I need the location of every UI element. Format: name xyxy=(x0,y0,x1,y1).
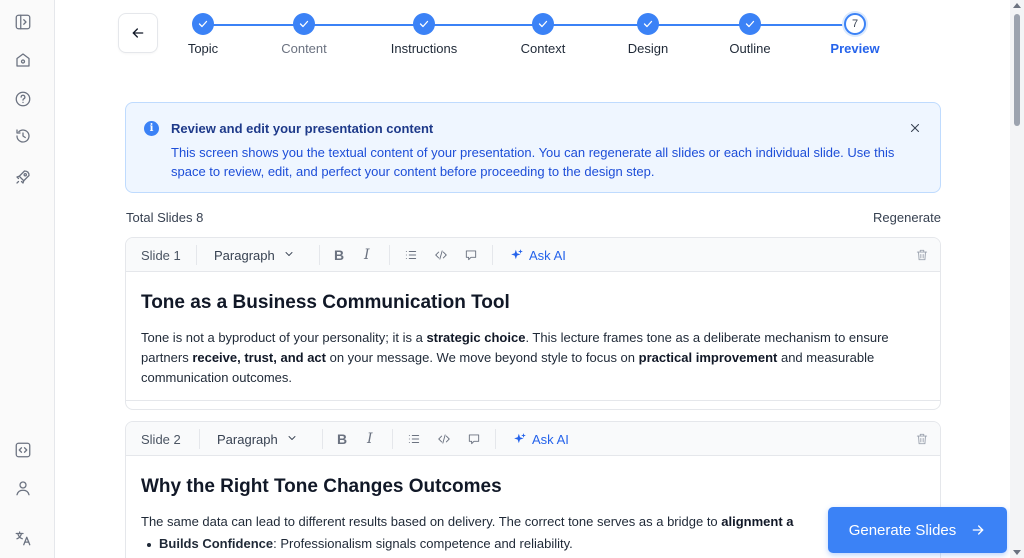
step-preview[interactable]: 7 Preview xyxy=(795,13,915,56)
translate-icon[interactable] xyxy=(12,527,34,549)
slide-paragraph[interactable]: The same data can lead to different resu… xyxy=(141,512,911,532)
divider xyxy=(126,400,940,401)
banner-body: This screen shows you the textual conten… xyxy=(171,145,895,179)
slide-paragraph[interactable]: Tone is not a byproduct of your personal… xyxy=(141,328,911,388)
italic-button[interactable]: I xyxy=(364,238,370,272)
total-slides: Total Slides 8 xyxy=(126,210,203,225)
generate-slides-label: Generate Slides xyxy=(848,521,957,539)
scroll-thumb[interactable] xyxy=(1014,14,1020,126)
step-label: Instructions xyxy=(390,41,458,56)
slide-number-label: Slide 2 xyxy=(141,431,181,447)
generate-slides-button[interactable]: Generate Slides xyxy=(828,507,1007,553)
slide-content[interactable]: Why the Right Tone Changes Outcomes The … xyxy=(126,456,940,551)
info-icon: i xyxy=(144,121,159,136)
code-icon[interactable] xyxy=(437,422,451,456)
user-icon[interactable] xyxy=(12,477,34,499)
total-slides-count: 8 xyxy=(196,210,204,225)
ask-ai-button[interactable]: Ask AI xyxy=(513,422,569,456)
bold-text-run: practical improvement xyxy=(638,350,778,365)
step-label: Context xyxy=(520,41,566,56)
check-icon xyxy=(739,13,761,35)
bullet-list-icon[interactable] xyxy=(404,238,418,272)
toolbar-divider xyxy=(322,429,323,449)
ask-ai-button[interactable]: Ask AI xyxy=(510,238,566,272)
step-instructions[interactable]: Instructions xyxy=(364,13,484,56)
text-run: The same data can lead to different resu… xyxy=(141,514,722,529)
paragraph-select-label: Paragraph xyxy=(217,431,278,447)
check-icon xyxy=(532,13,554,35)
step-label: Content xyxy=(281,41,327,56)
step-outline[interactable]: Outline xyxy=(690,13,810,56)
toolbar-divider xyxy=(319,245,320,265)
regenerate-button[interactable]: Regenerate xyxy=(873,210,941,225)
text-run: : Professionalism signals competence and… xyxy=(273,536,573,551)
slide-content[interactable]: Tone as a Business Communication Tool To… xyxy=(126,272,940,388)
scroll-down-icon[interactable] xyxy=(1013,550,1021,555)
bold-text-run: receive, trust, and act xyxy=(192,350,326,365)
bold-text-run: alignment a xyxy=(721,514,794,529)
trash-icon[interactable] xyxy=(915,238,929,272)
help-icon[interactable] xyxy=(12,88,34,110)
sparkle-icon xyxy=(514,433,526,444)
ask-ai-label: Ask AI xyxy=(532,431,569,447)
bold-button[interactable]: B xyxy=(334,238,344,272)
sparkle-icon xyxy=(511,249,523,260)
slide-card: Slide 2 Paragraph B I Ask AI Why the Rig… xyxy=(125,421,941,558)
comment-icon[interactable] xyxy=(467,422,481,456)
code-icon[interactable] xyxy=(434,238,448,272)
editor-toolbar: Slide 2 Paragraph B I Ask AI xyxy=(126,422,940,456)
slide-title[interactable]: Why the Right Tone Changes Outcomes xyxy=(141,476,925,498)
editor-toolbar: Slide 1 Paragraph B I Ask AI xyxy=(126,238,940,272)
code-box-icon[interactable] xyxy=(12,439,34,461)
trash-icon[interactable] xyxy=(915,422,929,456)
italic-button[interactable]: I xyxy=(367,422,373,456)
step-content[interactable]: Content xyxy=(244,13,364,56)
left-rail xyxy=(0,0,55,558)
close-icon[interactable] xyxy=(908,121,922,135)
slide-number-label: Slide 1 xyxy=(141,247,181,263)
check-icon xyxy=(413,13,435,35)
chevron-down-icon xyxy=(278,432,298,447)
scroll-up-icon[interactable] xyxy=(1013,3,1021,8)
text-run: Tone is not a byproduct of your personal… xyxy=(141,330,427,345)
history-icon[interactable] xyxy=(12,125,34,147)
slide-card: Slide 1 Paragraph B I Ask AI Tone as a B… xyxy=(125,237,941,410)
step-label: Preview xyxy=(830,41,880,56)
step-label: Outline xyxy=(729,41,771,56)
bold-text-run: Builds Confidence xyxy=(159,536,274,551)
scrollbar[interactable] xyxy=(1010,0,1024,558)
list-item[interactable]: Builds Confidence: Professionalism signa… xyxy=(141,536,925,551)
paragraph-select[interactable]: Paragraph xyxy=(217,422,298,456)
info-banner: i Review and edit your presentation cont… xyxy=(125,102,941,193)
toolbar-divider xyxy=(495,429,496,449)
bullet-list-icon[interactable] xyxy=(407,422,421,456)
toolbar-divider xyxy=(199,429,200,449)
app-root: Topic Content Instructions Context Desig… xyxy=(0,0,1024,558)
check-icon xyxy=(293,13,315,35)
bold-button[interactable]: B xyxy=(337,422,347,456)
text-run: on your message. We move beyond style to… xyxy=(325,350,639,365)
step-number: 7 xyxy=(844,13,866,35)
paragraph-select[interactable]: Paragraph xyxy=(214,238,295,272)
toolbar-divider xyxy=(392,429,393,449)
toolbar-divider xyxy=(196,245,197,265)
step-context[interactable]: Context xyxy=(483,13,603,56)
comment-icon[interactable] xyxy=(464,238,478,272)
bold-text-run: strategic choice xyxy=(426,330,526,345)
arrow-right-icon xyxy=(972,525,984,535)
paragraph-select-label: Paragraph xyxy=(214,247,275,263)
banner-title: Review and edit your presentation conten… xyxy=(171,121,434,136)
check-icon xyxy=(637,13,659,35)
check-icon xyxy=(192,13,214,35)
progress-stepper: Topic Content Instructions Context Desig… xyxy=(0,0,1024,70)
rocket-icon[interactable] xyxy=(12,166,34,188)
total-slides-label: Total Slides xyxy=(126,210,193,225)
ask-ai-label: Ask AI xyxy=(529,247,566,263)
toolbar-divider xyxy=(389,245,390,265)
slide-title[interactable]: Tone as a Business Communication Tool xyxy=(141,292,925,314)
toolbar-divider xyxy=(492,245,493,265)
chevron-down-icon xyxy=(275,248,295,263)
